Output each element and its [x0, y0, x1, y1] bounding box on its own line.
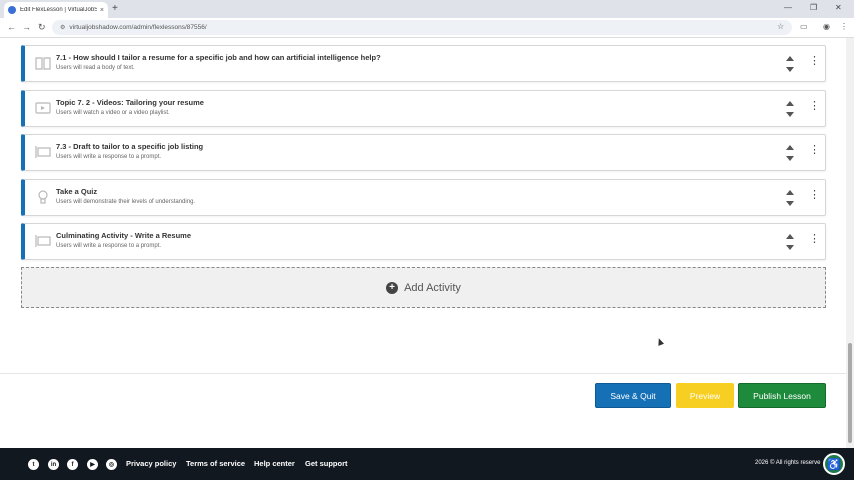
instagram-icon[interactable]: ◎ — [106, 459, 117, 470]
save-quit-button[interactable]: Save & Quit — [595, 383, 671, 408]
url-field[interactable]: ⚙ virtualjobshadow.com/admin/flexlessons… — [52, 20, 792, 35]
tab-close-icon[interactable]: × — [100, 7, 104, 14]
activity-card[interactable]: Topic 7. 2 - Videos: Tailoring your resu… — [21, 90, 826, 127]
more-options-icon[interactable]: ⋮ — [809, 234, 820, 245]
more-options-icon[interactable]: ⋮ — [809, 56, 820, 67]
site-favicon-icon — [8, 6, 16, 14]
page-scrollbar[interactable] — [846, 38, 854, 448]
reorder-handle-icon[interactable] — [785, 54, 795, 74]
help-center-link[interactable]: Help center — [254, 459, 295, 468]
more-options-icon[interactable]: ⋮ — [809, 101, 820, 112]
reload-icon[interactable]: ↻ — [38, 22, 46, 33]
scrollbar-thumb[interactable] — [848, 343, 852, 443]
preview-button[interactable]: Preview — [676, 383, 734, 408]
forward-icon[interactable]: → — [22, 22, 31, 32]
maximize-button[interactable]: ❐ — [810, 3, 817, 12]
activity-subtitle: Users will write a response to a prompt. — [56, 154, 162, 160]
more-options-icon[interactable]: ⋮ — [809, 190, 820, 201]
reorder-handle-icon[interactable] — [785, 232, 795, 252]
activity-title: Topic 7. 2 - Videos: Tailoring your resu… — [56, 98, 204, 107]
lightbulb-icon — [34, 188, 52, 206]
prompt-icon — [34, 232, 52, 250]
activity-card[interactable]: Take a Quiz Users will demonstrate their … — [21, 179, 826, 216]
more-options-icon[interactable]: ⋮ — [809, 145, 820, 156]
divider — [0, 373, 846, 374]
profile-icon[interactable]: ◉ — [823, 22, 830, 31]
book-icon — [34, 54, 52, 72]
url-text: virtualjobshadow.com/admin/flexlessons/8… — [69, 24, 207, 31]
terms-of-service-link[interactable]: Terms of service — [186, 459, 245, 468]
activity-card[interactable]: 7.3 - Draft to tailor to a specific job … — [21, 134, 826, 171]
reorder-handle-icon[interactable] — [785, 188, 795, 208]
twitter-icon[interactable]: t — [28, 459, 39, 470]
browser-tab-strip: Edit FlexLesson | VirtualJobSha × + — ❐ … — [0, 0, 854, 18]
privacy-policy-link[interactable]: Privacy policy — [126, 459, 176, 468]
linkedin-icon[interactable]: in — [48, 459, 59, 470]
reorder-handle-icon[interactable] — [785, 99, 795, 119]
activity-card[interactable]: Culminating Activity - Write a Resume Use… — [21, 223, 826, 260]
browser-menu-icon[interactable]: ⋮ — [840, 22, 848, 31]
close-window-button[interactable]: ✕ — [835, 3, 842, 12]
get-support-link[interactable]: Get support — [305, 459, 348, 468]
activity-subtitle: Users will write a response to a prompt. — [56, 243, 162, 249]
back-icon[interactable]: ← — [7, 22, 16, 32]
add-activity-button[interactable]: + Add Activity — [21, 267, 826, 308]
youtube-icon[interactable]: ▶ — [87, 459, 98, 470]
activity-title: 7.3 - Draft to tailor to a specific job … — [56, 142, 204, 151]
browser-tab[interactable]: Edit FlexLesson | VirtualJobSha × — [4, 2, 108, 18]
copyright-text: 2026 © All rights reserve — [755, 460, 821, 466]
site-footer: t in f ▶ ◎ Privacy policy Terms of servi… — [0, 448, 854, 480]
add-circle-icon: + — [386, 281, 399, 294]
activity-title: 7.1 - How should I tailor a resume for a… — [56, 53, 381, 62]
accessibility-icon[interactable]: ♿ — [823, 453, 845, 475]
activity-subtitle: Users will demonstrate their levels of u… — [56, 199, 196, 205]
activity-subtitle: Users will watch a video or a video play… — [56, 110, 170, 116]
new-tab-button[interactable]: + — [112, 3, 118, 14]
activity-title: Take a Quiz — [56, 187, 98, 196]
tab-title: Edit FlexLesson | VirtualJobSha — [20, 7, 97, 13]
address-bar-row: ← → ↻ ⚙ virtualjobshadow.com/admin/flexl… — [0, 18, 854, 38]
activity-card[interactable]: 7.1 - How should I tailor a resume for a… — [21, 45, 826, 82]
reorder-handle-icon[interactable] — [785, 143, 795, 163]
site-info-icon[interactable]: ⚙ — [60, 24, 65, 31]
minimize-button[interactable]: — — [784, 3, 792, 12]
video-icon — [34, 99, 52, 117]
facebook-icon[interactable]: f — [67, 459, 78, 470]
publish-lesson-button[interactable]: Publish Lesson — [738, 383, 826, 408]
activity-title: Culminating Activity - Write a Resume — [56, 231, 192, 240]
add-activity-label: Add Activity — [404, 281, 461, 294]
prompt-icon — [34, 143, 52, 161]
sidebar-icon[interactable]: ▭ — [800, 22, 808, 31]
bookmark-star-icon[interactable]: ☆ — [777, 22, 784, 31]
activity-subtitle: Users will read a body of text. — [56, 65, 135, 71]
